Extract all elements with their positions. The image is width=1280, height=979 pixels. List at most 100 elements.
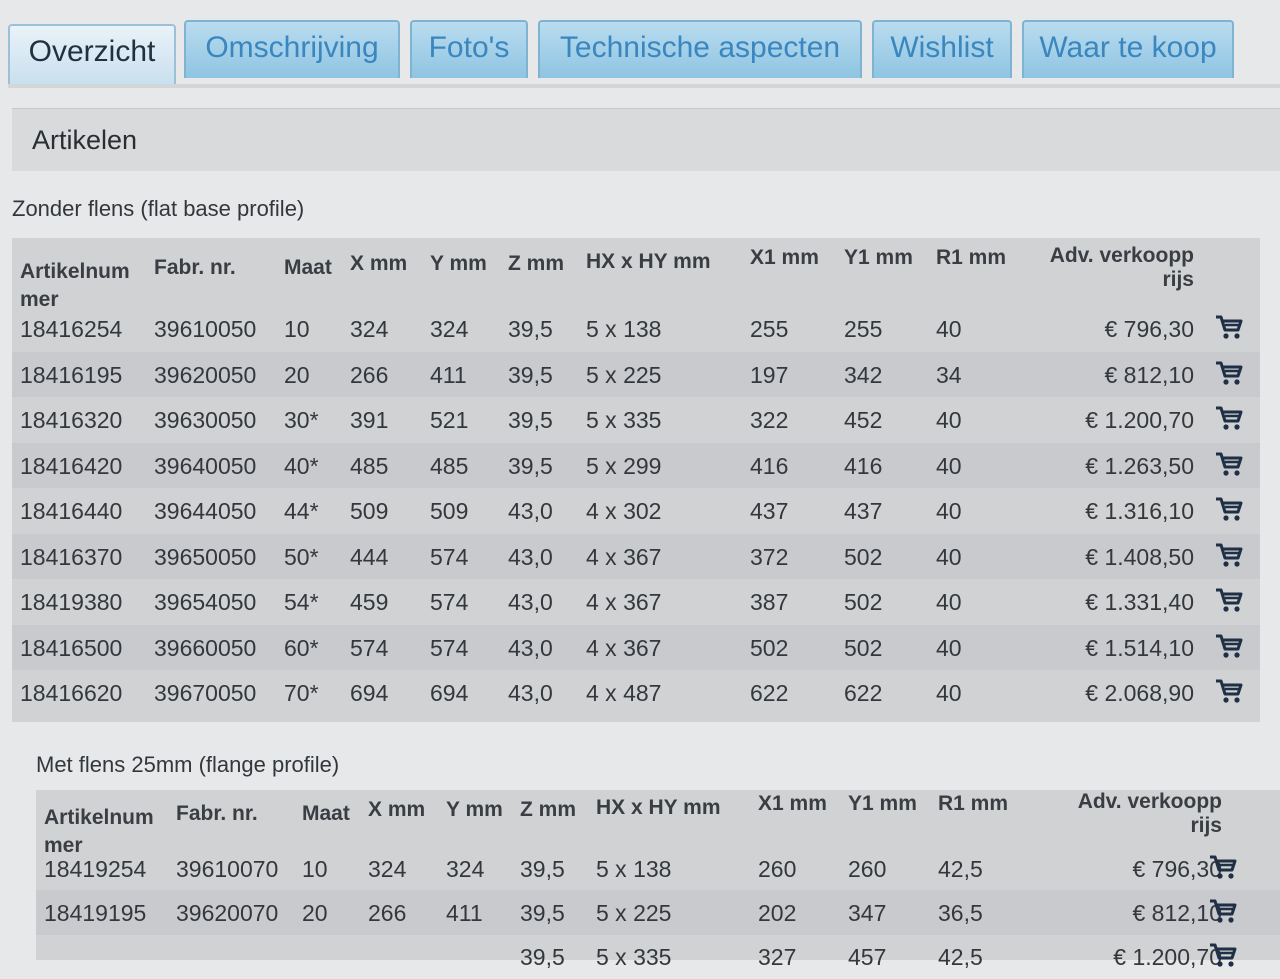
cell-artikelnummer: 18416440: [20, 498, 123, 524]
tab-fotos[interactable]: Foto's: [410, 20, 528, 78]
cell-x1-mm: 622: [750, 680, 789, 706]
cell-artikelnummer: 18416320: [20, 407, 123, 433]
header-hx-hy-mm: HX x HY mm: [586, 250, 711, 273]
cell-r1-mm: 40: [936, 543, 962, 570]
cell-y1-mm: 502: [844, 589, 883, 615]
header-z-mm: Z mm: [520, 798, 577, 821]
shopping-cart-icon[interactable]: [1214, 542, 1244, 568]
cell-artikelnummer: 18416620: [20, 680, 123, 706]
cell-r1-mm: 40: [936, 634, 962, 661]
table-row: 18416370 39650050 50* 444 574 43,0 4 x 367 372 5…: [12, 533, 1260, 579]
cell-maat: 50*: [284, 543, 319, 570]
header-x1-mm: X1 mm: [750, 246, 819, 269]
cell-hx-hy: 5 x 225: [586, 361, 662, 388]
header-maat: Maat: [302, 802, 350, 825]
cell-z-mm: 43,0: [508, 680, 553, 706]
shopping-cart-icon[interactable]: [1214, 405, 1244, 431]
shopping-cart-icon[interactable]: [1214, 360, 1244, 386]
cell-hx-hy: 5 x 138: [586, 316, 662, 342]
table-row: 18416420 39640050 40* 485 485 39,5 5 x 299 416 4…: [12, 442, 1260, 488]
cell-z-mm: 39,5: [508, 407, 553, 433]
cell-x1-mm: 437: [750, 498, 789, 524]
cell-r1-mm: 40: [936, 589, 962, 615]
tab-waar-te-koop[interactable]: Waar te koop: [1022, 20, 1234, 78]
shopping-cart-icon[interactable]: [1214, 314, 1244, 340]
header-adv-verkoopprijs-cont: rijs: [1190, 814, 1222, 837]
cell-artikelnummer: 18419254: [44, 856, 147, 882]
cell-z-mm: 43,0: [508, 543, 553, 570]
cell-y1-mm: 437: [844, 498, 883, 524]
cell-hx-hy: 5 x 138: [596, 856, 672, 882]
cell-x-mm: 266: [350, 361, 389, 388]
shopping-cart-icon[interactable]: [1214, 633, 1244, 659]
table2-title: Met flens 25mm (flange profile): [36, 752, 340, 777]
cell-x-mm: 574: [350, 634, 389, 661]
cell-maat: 20: [284, 361, 310, 388]
cell-r1-mm: 34: [936, 361, 962, 388]
cell-z-mm: 39,5: [508, 452, 553, 479]
cell-r1-mm: 42,5: [938, 856, 983, 882]
cell-x-mm: 485: [350, 452, 389, 479]
shopping-cart-icon[interactable]: [1214, 496, 1244, 522]
shopping-cart-icon[interactable]: [1214, 587, 1244, 613]
cell-x-mm: 459: [350, 589, 389, 615]
cell-maat: 44*: [284, 498, 319, 524]
cell-hx-hy: 5 x 335: [596, 944, 672, 970]
cell-hx-hy: 5 x 225: [596, 900, 672, 926]
cell-x1-mm: 260: [758, 856, 797, 882]
header-y-mm: Y mm: [430, 252, 487, 275]
cell-y1-mm: 416: [844, 452, 883, 479]
cell-y1-mm: 502: [844, 543, 883, 570]
cell-y-mm: 485: [430, 452, 469, 479]
cell-y-mm: 574: [430, 589, 469, 615]
cell-hx-hy: 4 x 367: [586, 589, 662, 615]
cell-z-mm: 43,0: [508, 498, 553, 524]
cell-maat: 40*: [284, 452, 319, 479]
cell-hx-hy: 4 x 367: [586, 543, 662, 570]
tab-technische-aspecten[interactable]: Technische aspecten: [538, 20, 862, 78]
cell-z-mm: 39,5: [520, 856, 565, 882]
table-row: 18416254 39610050 10 324 324 39,5 5 x 138 255 25…: [12, 306, 1260, 351]
shopping-cart-icon[interactable]: [1214, 451, 1244, 477]
cell-price: € 796,30: [1104, 316, 1194, 342]
cell-artikelnummer: 18416370: [20, 543, 123, 570]
cell-y-mm: 324: [430, 316, 469, 342]
cell-y-mm: 509: [430, 498, 469, 524]
shopping-cart-icon[interactable]: [1214, 678, 1244, 704]
header-artikelnummer: Artikelnum: [20, 260, 130, 283]
cell-y-mm: 411: [446, 900, 483, 926]
table-row: 18419380 39654050 54* 459 574 43,0 4 x 367 387 5…: [12, 579, 1260, 624]
shopping-cart-icon[interactable]: [1208, 854, 1238, 880]
cell-x-mm: 509: [350, 498, 389, 524]
cell-r1-mm: 40: [936, 680, 962, 706]
cell-r1-mm: 40: [936, 498, 962, 524]
header-x-mm: X mm: [368, 798, 426, 821]
cell-artikelnummer: 18416254: [20, 316, 123, 342]
cell-artikelnummer: 18416420: [20, 452, 123, 479]
tab-wishlist[interactable]: Wishlist: [872, 20, 1012, 78]
cell-x1-mm: 416: [750, 452, 789, 479]
shopping-cart-icon[interactable]: [1208, 898, 1238, 924]
shopping-cart-icon[interactable]: [1208, 942, 1238, 968]
cell-price: € 1.514,10: [1085, 634, 1194, 661]
cell-x-mm: 444: [350, 543, 389, 570]
header-fabr-nr: Fabr. nr.: [176, 802, 258, 825]
cell-x1-mm: 322: [750, 407, 789, 433]
table1-title: Zonder flens (flat base profile): [12, 196, 305, 221]
header-y1-mm: Y1 mm: [844, 246, 913, 269]
cell-maat: 70*: [284, 680, 319, 706]
cell-r1-mm: 40: [936, 452, 962, 479]
header-artikelnummer: Artikelnum: [44, 806, 154, 829]
tab-omschrijving[interactable]: Omschrijving: [184, 20, 400, 78]
cell-y1-mm: 255: [844, 316, 883, 342]
cell-hx-hy: 4 x 302: [586, 498, 662, 524]
cell-x1-mm: 387: [750, 589, 789, 615]
cell-y-mm: 521: [430, 407, 469, 433]
cell-r1-mm: 40: [936, 407, 962, 433]
tab-overzicht[interactable]: Overzicht: [8, 24, 176, 86]
cell-y1-mm: 457: [848, 944, 887, 970]
cell-hx-hy: 4 x 367: [586, 634, 662, 661]
cell-r1-mm: 40: [936, 316, 962, 342]
cell-z-mm: 43,0: [508, 589, 553, 615]
cell-price: € 1.408,50: [1085, 543, 1194, 570]
